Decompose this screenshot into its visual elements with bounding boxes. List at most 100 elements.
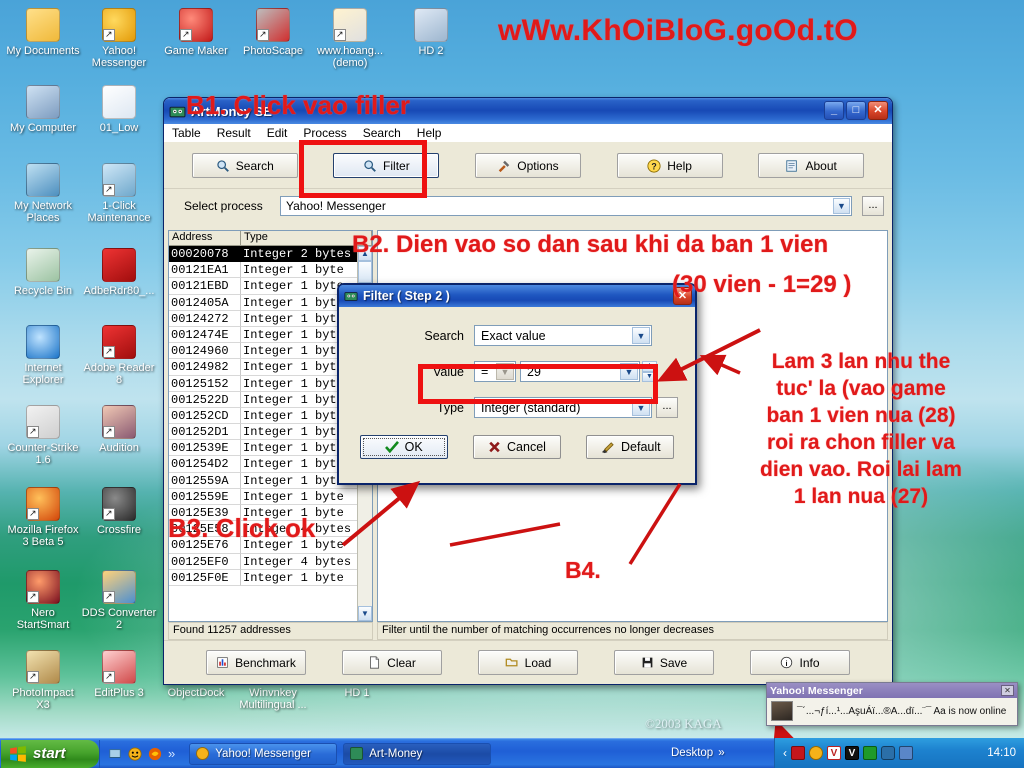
filter-type-browse-button[interactable]: ... bbox=[656, 397, 678, 418]
load-button[interactable]: Load bbox=[478, 650, 578, 675]
close-button[interactable]: ✕ bbox=[868, 101, 888, 120]
desktop-icon-adobe-reader-installer[interactable]: AdbeRdr80_... bbox=[80, 248, 158, 297]
menu-item-process[interactable]: Process bbox=[303, 126, 346, 140]
chevron-down-icon[interactable]: ▼ bbox=[632, 327, 650, 344]
cancel-button[interactable]: Cancel bbox=[472, 435, 561, 459]
desktop-icon-documents-folder[interactable]: My Documents bbox=[4, 8, 82, 57]
process-browse-button[interactable]: ... bbox=[862, 196, 884, 216]
info-button[interactable]: i Info bbox=[750, 650, 850, 675]
menu-item-help[interactable]: Help bbox=[417, 126, 442, 140]
tray-expand-icon[interactable]: ‹ bbox=[783, 746, 787, 760]
table-row[interactable]: 00125F0E Integer 1 byte bbox=[169, 569, 372, 586]
desktop-icon-recycle-bin[interactable]: Recycle Bin bbox=[4, 248, 82, 297]
clear-button[interactable]: Clear bbox=[342, 650, 442, 675]
button-label: Clear bbox=[387, 655, 416, 670]
vnkey-icon[interactable]: V bbox=[845, 746, 859, 760]
ok-button[interactable]: OK bbox=[359, 435, 448, 459]
desktop-icon-counter-strike[interactable]: Counter-Strike1.6 bbox=[4, 405, 82, 466]
photoscape-icon bbox=[256, 8, 290, 42]
menu-item-table[interactable]: Table bbox=[172, 126, 201, 140]
chevron-down-icon[interactable]: ▼ bbox=[833, 198, 850, 214]
desktop-toolbar-more-icon[interactable]: » bbox=[718, 747, 724, 759]
network-places-icon bbox=[26, 163, 60, 197]
taskbar-clock[interactable]: 14:10 bbox=[987, 747, 1016, 759]
toast-close-button[interactable]: ✕ bbox=[1001, 685, 1014, 696]
filter-search-combobox[interactable]: Exact value ▼ bbox=[474, 325, 652, 346]
desktop-icon-editplus[interactable]: EditPlus 3 bbox=[80, 650, 158, 699]
cell-address: 0012539E bbox=[169, 440, 241, 457]
yahoo-messenger-icon[interactable] bbox=[809, 746, 823, 760]
audition-icon bbox=[102, 405, 136, 439]
task-label: Art-Money bbox=[369, 747, 423, 760]
desktop-icon-label: Recycle Bin bbox=[13, 285, 73, 297]
start-button[interactable]: start bbox=[1, 739, 99, 768]
desktop-icon-one-click-maintenance[interactable]: 1-ClickMaintenance bbox=[80, 163, 158, 224]
artmoney-icon bbox=[350, 747, 364, 760]
button-label: Help bbox=[667, 158, 692, 173]
app-icon[interactable] bbox=[899, 746, 913, 760]
minimize-button[interactable]: _ bbox=[824, 101, 844, 120]
desktop-icon-photoimpact[interactable]: PhotoImpactX3 bbox=[4, 650, 82, 711]
desktop-icon-label: Game Maker bbox=[164, 45, 228, 57]
yahoo-messenger-icon[interactable] bbox=[128, 746, 142, 761]
quick-launch-more-icon[interactable]: » bbox=[168, 746, 175, 761]
desktop-icon-hd2-drive[interactable]: HD 2 bbox=[392, 8, 470, 57]
benchmark-chart-icon bbox=[216, 656, 229, 669]
desktop-icon-photoscape[interactable]: PhotoScape bbox=[234, 8, 312, 57]
desktop-icon-internet-explorer[interactable]: Internet Explorer bbox=[4, 325, 82, 386]
benchmark-button[interactable]: Benchmark bbox=[206, 650, 306, 675]
about-button[interactable]: About bbox=[758, 153, 865, 178]
shortcut-arrow-icon bbox=[103, 29, 115, 41]
desktop-icon-label: Nero StartSmart bbox=[16, 607, 70, 631]
save-button[interactable]: Save bbox=[614, 650, 714, 675]
scroll-down-button[interactable]: ▼ bbox=[358, 606, 372, 621]
taskbar-task-art-money[interactable]: Art-Money bbox=[343, 742, 492, 765]
cell-type: Integer 1 byte bbox=[241, 569, 372, 586]
desktop-icon-dds-converter[interactable]: DDS Converter2 bbox=[80, 570, 158, 631]
kaspersky-icon[interactable] bbox=[791, 746, 805, 760]
default-button[interactable]: Default bbox=[586, 435, 675, 459]
menu-item-search[interactable]: Search bbox=[363, 126, 401, 140]
value-field-highlight-box bbox=[418, 364, 658, 404]
watermark-text: wWw.KhOiBloG.goOd.tO bbox=[498, 14, 858, 47]
filter-dialog-title-bar[interactable]: Filter ( Step 2 ) ✕ bbox=[339, 285, 695, 307]
menu-item-edit[interactable]: Edit bbox=[267, 126, 288, 140]
taskbar-task-yahoo-messenger[interactable]: Yahoo! Messenger bbox=[189, 742, 338, 765]
desktop-icon-adobe-reader[interactable]: Adobe Reader8 bbox=[80, 325, 158, 386]
green-grid-icon[interactable] bbox=[863, 746, 877, 760]
desktop-icon-network-places[interactable]: My Network Places bbox=[4, 163, 82, 224]
avatar bbox=[771, 701, 793, 721]
scrollbar-thumb[interactable] bbox=[358, 261, 372, 283]
network-icon[interactable] bbox=[881, 746, 895, 760]
desktop-icon-my-computer[interactable]: My Computer bbox=[4, 85, 82, 134]
firefox-icon[interactable] bbox=[148, 747, 162, 761]
volume-v-icon[interactable]: V bbox=[827, 746, 841, 760]
desktop-icon-label: HD 1 bbox=[344, 687, 370, 699]
desktop-icon-nero-startsmart[interactable]: NeroStartSmart bbox=[4, 570, 82, 631]
desktop-icon-crossfire[interactable]: Crossfire bbox=[80, 487, 158, 536]
column-header-address[interactable]: Address bbox=[169, 231, 241, 246]
cell-address: 001252CD bbox=[169, 407, 241, 425]
table-row[interactable]: 00125EF0 Integer 4 bytes bbox=[169, 553, 372, 570]
desktop-toolbar-label[interactable]: Desktop bbox=[671, 747, 713, 759]
yahoo-toast-popup[interactable]: Yahoo! Messenger ✕ ¯´...¬ƒí...¹...AşuÁï.… bbox=[766, 682, 1018, 726]
process-combobox[interactable]: Yahoo! Messenger ▼ bbox=[280, 196, 852, 216]
table-row[interactable]: 00020078 Integer 2 bytes bbox=[169, 246, 372, 263]
desktop-icon-firefox-shortcut[interactable]: www.hoang...(demo) bbox=[311, 8, 389, 69]
menu-bar[interactable]: Table Result Edit Process Search Help bbox=[164, 124, 892, 143]
maximize-button[interactable]: □ bbox=[846, 101, 866, 120]
desktop-icon-game-maker[interactable]: Game Maker bbox=[157, 8, 235, 57]
desktop-icon-wma-audio[interactable]: 01_Low bbox=[80, 85, 158, 134]
menu-item-result[interactable]: Result bbox=[217, 126, 251, 140]
desktop-icon-audition[interactable]: Audition bbox=[80, 405, 158, 454]
table-row[interactable]: 0012559E Integer 1 byte bbox=[169, 488, 372, 505]
desktop-icon-label: Crossfire bbox=[96, 524, 141, 536]
search-button[interactable]: Search bbox=[191, 153, 298, 178]
options-button[interactable]: Options bbox=[474, 153, 581, 178]
show-desktop-icon[interactable] bbox=[108, 747, 122, 761]
help-button[interactable]: ? Help bbox=[616, 153, 723, 178]
desktop-toolbar[interactable]: Desktop » bbox=[671, 738, 725, 768]
desktop-icon-firefox[interactable]: Mozilla Firefox3 Beta 5 bbox=[4, 487, 82, 548]
desktop-icon-yahoo-messenger[interactable]: Yahoo!Messenger bbox=[80, 8, 158, 69]
table-row[interactable]: 00121EA1 Integer 1 byte bbox=[169, 262, 372, 279]
